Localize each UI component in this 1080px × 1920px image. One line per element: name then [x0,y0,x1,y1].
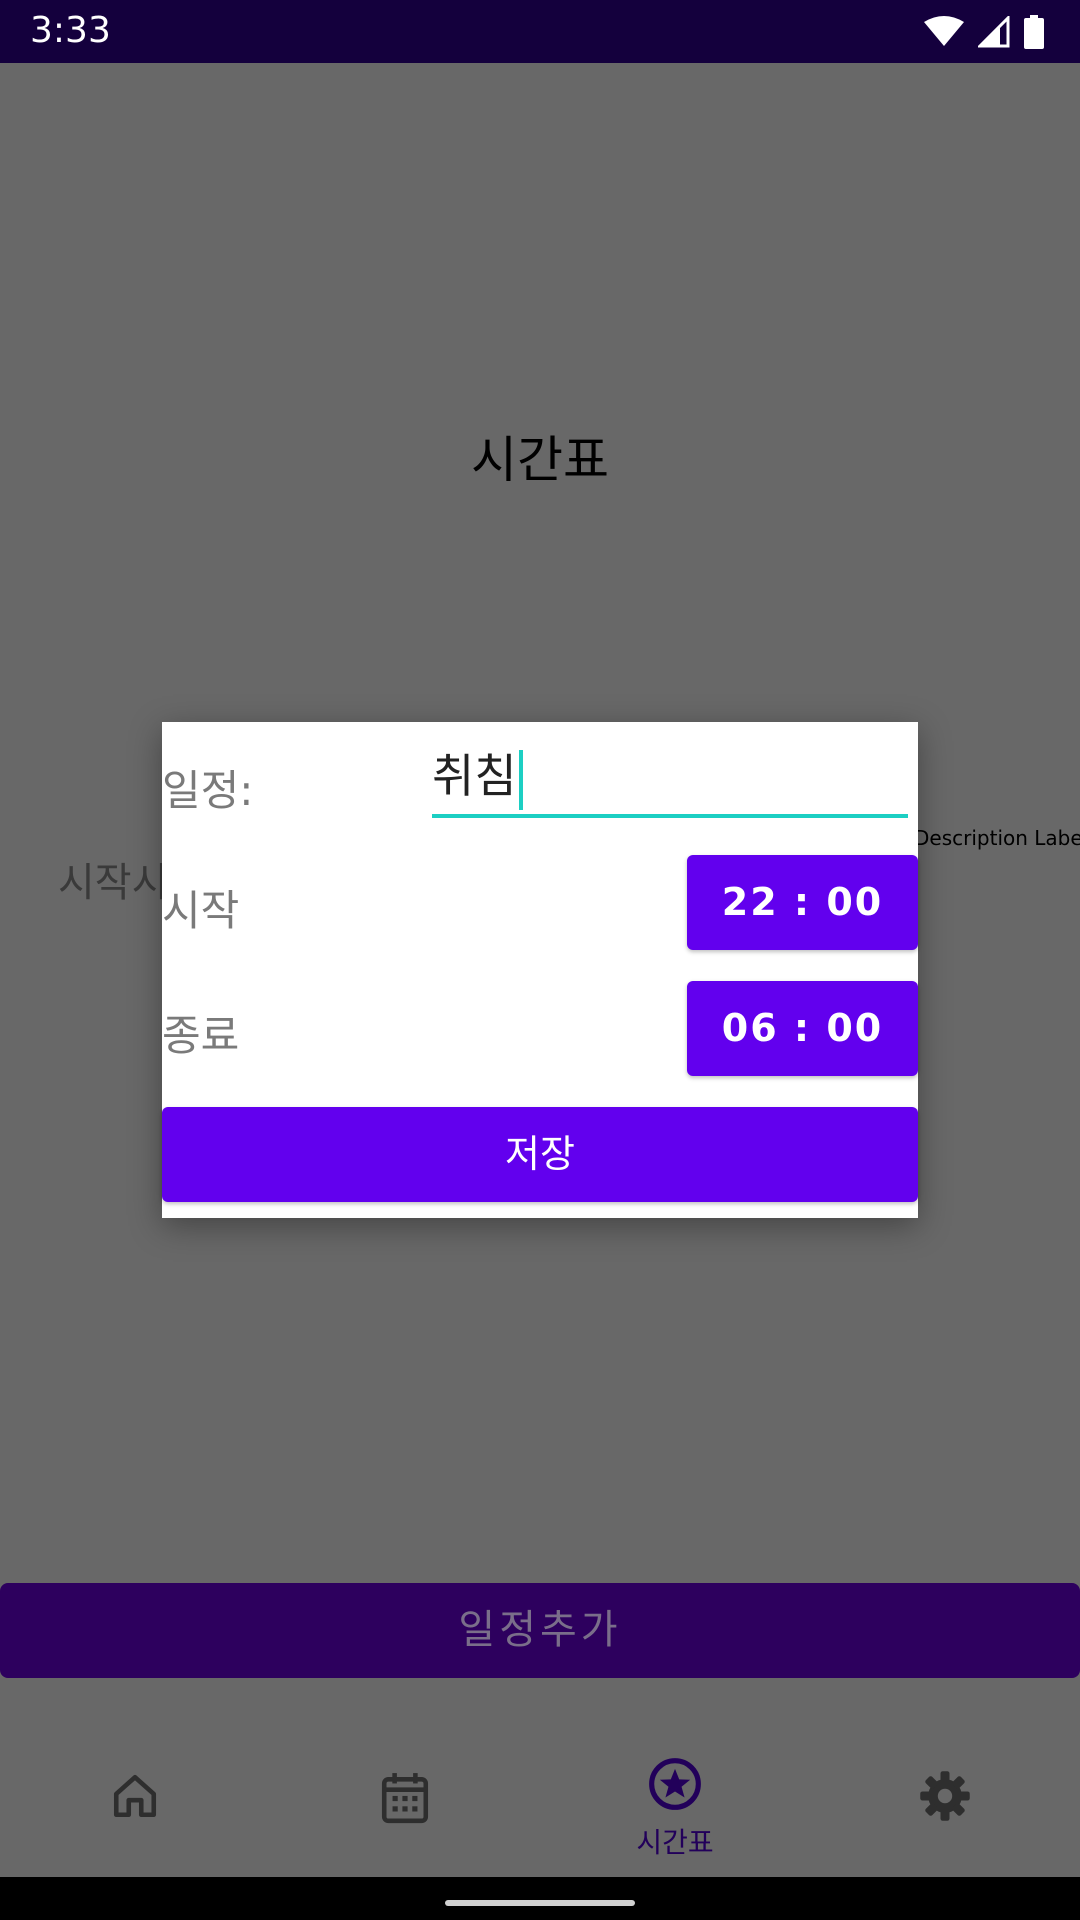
bottom-nav: 시간표 [0,1711,1080,1877]
add-schedule-button[interactable]: 일정추가 [0,1583,1080,1678]
nav-item-settings[interactable] [810,1711,1080,1877]
start-time-label: 시작 [162,886,240,935]
nav-item-calendar[interactable] [270,1711,540,1877]
home-indicator[interactable] [445,1900,635,1906]
nav-item-timetable[interactable]: 시간표 [540,1711,810,1877]
gear-icon [920,1771,970,1821]
nav-item-home[interactable] [0,1711,270,1877]
schedule-label: 일정: [162,766,254,815]
status-time: 3:33 [30,10,111,51]
end-time-label: 종료 [162,1011,240,1060]
status-bar: 3:33 [0,0,1080,63]
description-label: Description Label [914,826,1080,850]
status-icons [924,12,1044,52]
nav-label-timetable: 시간표 [636,1826,714,1859]
home-icon [113,1774,157,1818]
signal-icon [978,16,1010,48]
schedule-name-value: 취침 [432,749,517,803]
calendar-icon [381,1773,429,1824]
battery-icon [1024,15,1044,49]
save-button[interactable]: 저장 [162,1107,918,1202]
star-circle-icon [649,1758,701,1810]
system-nav-bar [0,1877,1080,1920]
text-caret [518,749,523,810]
end-time-button[interactable]: 06 : 00 [687,981,918,1076]
add-schedule-dialog: 일정: 취침 시작 22 : 00 종료 06 : 00 저장 [162,722,918,1218]
schedule-name-input[interactable]: 취침 [432,742,908,818]
page-title: 시간표 [471,431,609,489]
start-label: 시작시 [58,860,169,906]
wifi-icon [924,16,964,46]
start-time-button[interactable]: 22 : 00 [687,855,918,950]
